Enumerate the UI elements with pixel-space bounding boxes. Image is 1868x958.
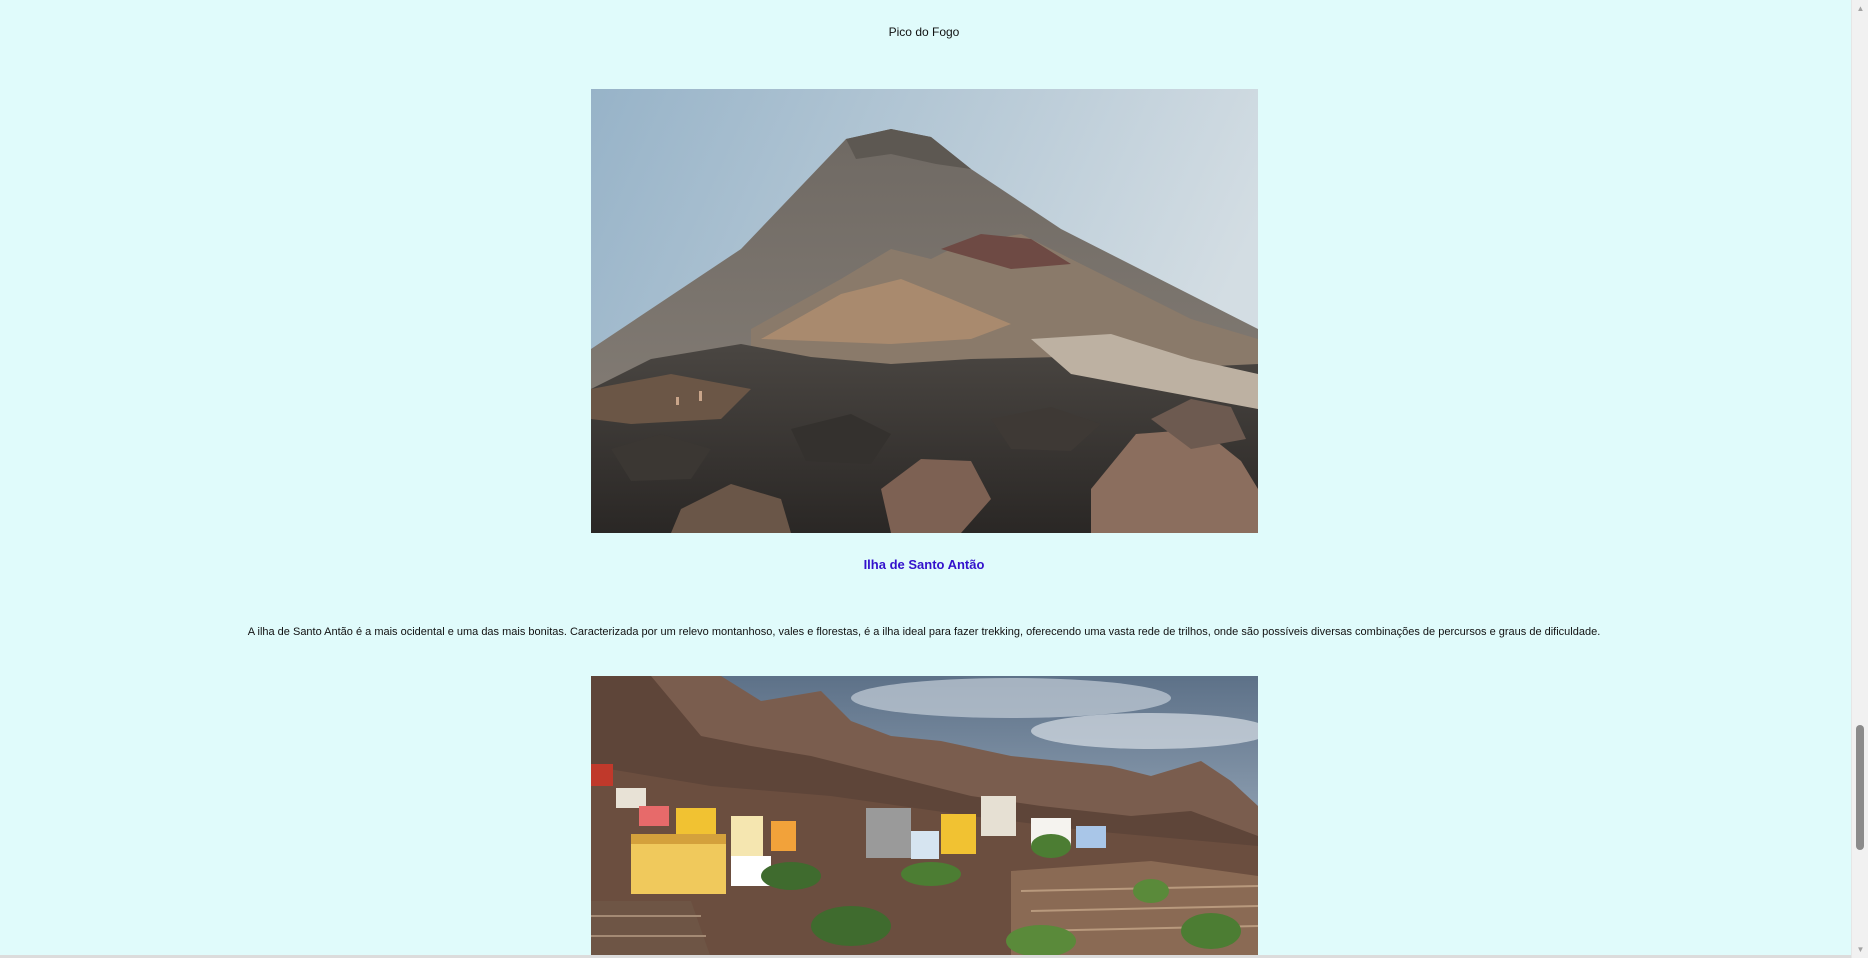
scroll-up-icon[interactable]: ▲ bbox=[1852, 0, 1868, 17]
vertical-scrollbar[interactable]: ▲ ▼ bbox=[1851, 0, 1868, 958]
santo-antao-description: A ilha de Santo Antão é a mais ocidental… bbox=[247, 626, 1601, 638]
pico-do-fogo-photo bbox=[591, 89, 1258, 533]
page: Pico do Fogo Ilha de Santo Antão A ilha … bbox=[0, 0, 1868, 958]
santo-antao-photo bbox=[591, 676, 1258, 958]
santo-antao-title: Ilha de Santo Antão bbox=[863, 557, 985, 572]
scroll-thumb[interactable] bbox=[1856, 725, 1864, 850]
scroll-down-icon[interactable]: ▼ bbox=[1852, 941, 1868, 958]
fogo-caption: Pico do Fogo bbox=[888, 25, 960, 39]
